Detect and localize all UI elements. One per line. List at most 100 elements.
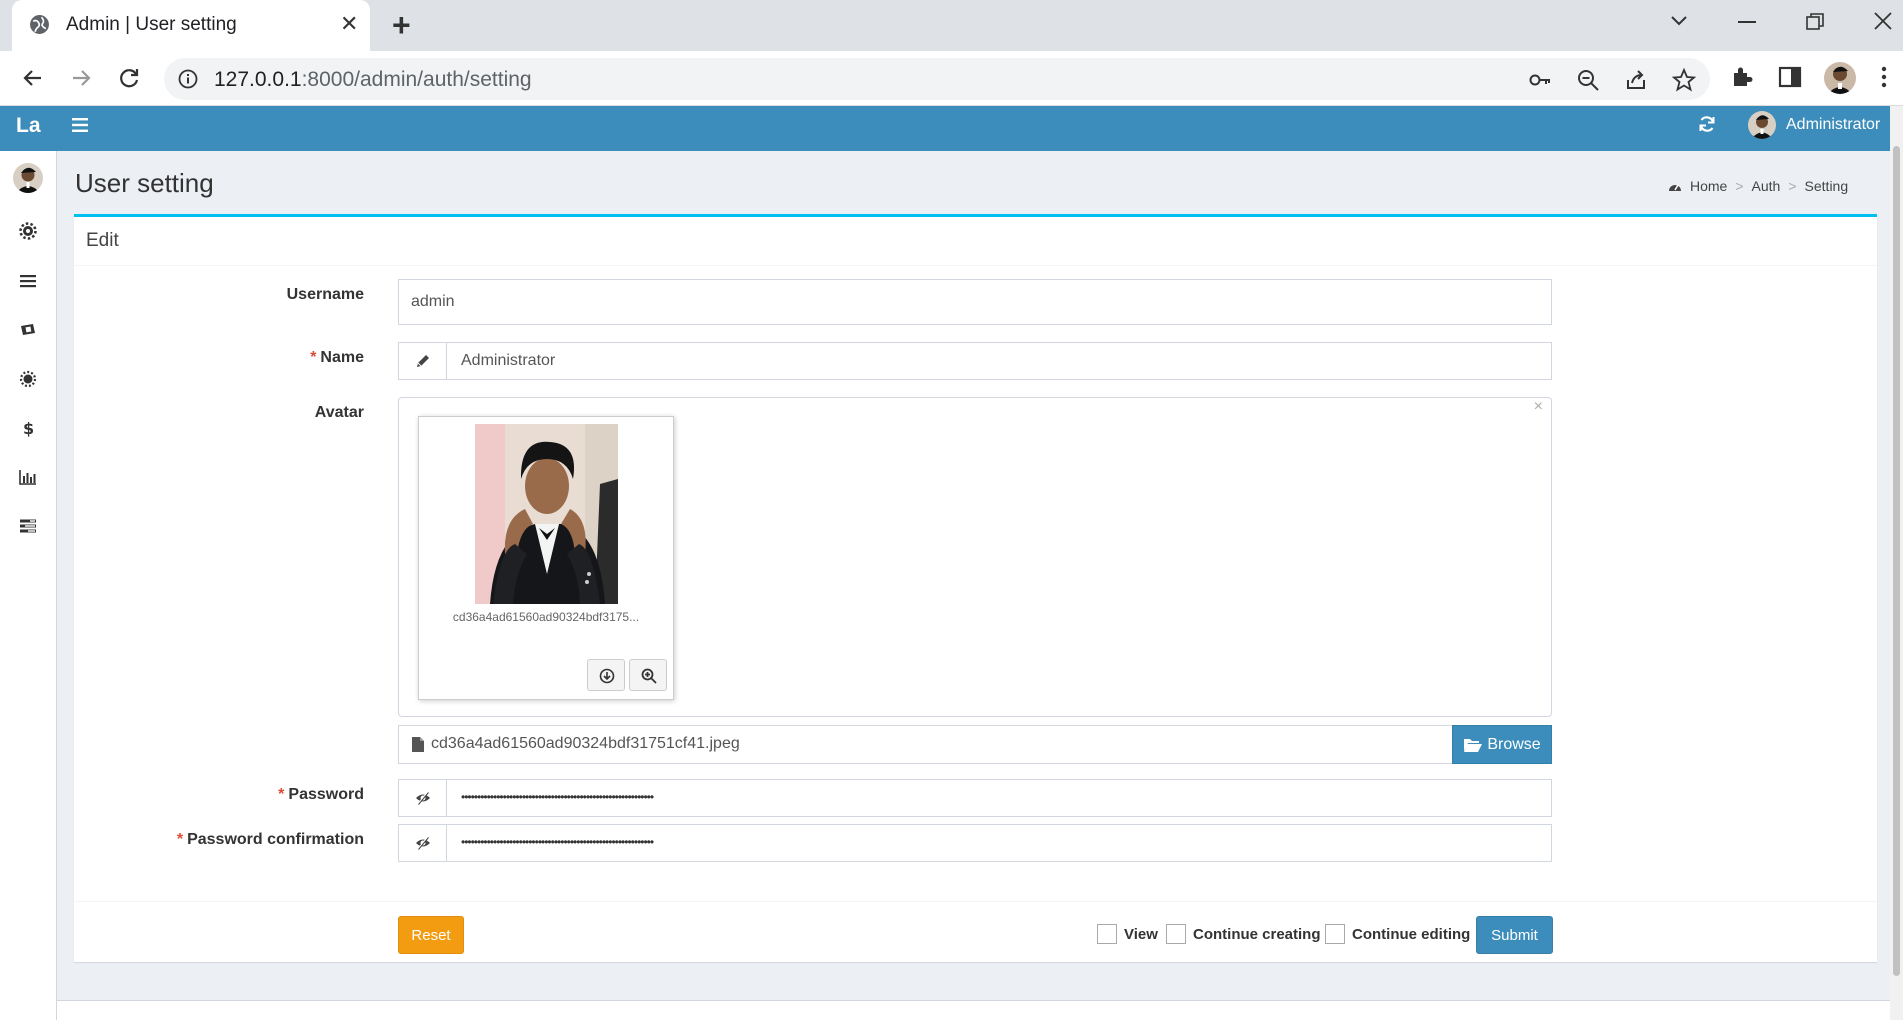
close-window-icon[interactable] — [1874, 12, 1892, 30]
breadcrumb-setting: Setting — [1804, 178, 1849, 194]
box-header: Edit — [74, 217, 1877, 266]
address-bar[interactable]: 127.0.0.1:8000/admin/auth/setting — [164, 58, 1710, 100]
sidebar-toggle-icon[interactable] — [72, 118, 88, 132]
continue-creating-checkbox-box[interactable] — [1166, 924, 1186, 944]
new-tab-icon[interactable]: + — [392, 9, 411, 41]
tasks-icon[interactable] — [19, 517, 37, 535]
password-value: ••••••••••••••••••••••••••••••••••••••••… — [461, 790, 654, 804]
submit-button[interactable]: Submit — [1476, 916, 1553, 954]
view-checkbox-box[interactable] — [1097, 924, 1117, 944]
avatar-caption: cd36a4ad61560ad90324bdf3175... — [452, 610, 640, 624]
avatar-thumbnail-card: cd36a4ad61560ad90324bdf3175... — [418, 416, 674, 700]
name-addon — [399, 343, 447, 379]
gear-icon[interactable] — [19, 370, 37, 388]
username-value: admin — [411, 293, 455, 310]
refresh-icon[interactable] — [1698, 115, 1716, 133]
continue-editing-label: Continue editing — [1352, 925, 1471, 943]
page-footer-strip — [57, 1000, 1890, 1020]
password-confirmation-value: ••••••••••••••••••••••••••••••••••••••••… — [461, 835, 654, 849]
browser-tabstrip: Admin | User setting ✕ + — [0, 0, 1903, 51]
avatar-filename: cd36a4ad61560ad90324bdf31751cf41.jpeg — [431, 735, 740, 752]
avatar-label: Avatar — [314, 404, 364, 421]
sidebar-avatar — [13, 163, 43, 193]
profile-avatar[interactable] — [1824, 62, 1856, 94]
view-checkbox[interactable]: View — [1097, 924, 1158, 944]
breadcrumb: Home > Auth > Setting — [1668, 178, 1848, 194]
user-avatar[interactable] — [1748, 111, 1776, 139]
bookmark-star-icon[interactable] — [1672, 68, 1696, 92]
svg-text:$: $ — [23, 419, 34, 437]
username-label: Username — [286, 286, 364, 303]
reload-icon[interactable] — [115, 64, 143, 92]
box-title: Edit — [86, 230, 119, 251]
download-button[interactable] — [587, 659, 625, 691]
eye-slash-icon — [416, 791, 430, 805]
page-scrollbar[interactable] — [1890, 106, 1903, 1020]
page-title: User setting — [75, 168, 214, 198]
username-field[interactable]: admin — [398, 279, 1552, 325]
tab-title: Admin | User setting — [66, 14, 237, 35]
close-tab-icon[interactable]: ✕ — [340, 12, 358, 36]
download-icon — [599, 668, 615, 684]
bars-icon[interactable] — [19, 272, 37, 290]
restore-icon[interactable] — [1806, 13, 1824, 31]
user-name[interactable]: Administrator — [1786, 116, 1880, 134]
forward-icon[interactable] — [67, 64, 95, 92]
browser-toolbar: 127.0.0.1:8000/admin/auth/setting — [0, 51, 1903, 106]
key-icon[interactable] — [1528, 68, 1552, 92]
form-footer: Reset View Continue creating Continue ed… — [74, 901, 1877, 965]
eye-slash-icon — [416, 836, 430, 850]
browse-label: Browse — [1487, 735, 1541, 753]
reset-button[interactable]: Reset — [398, 916, 464, 954]
pencil-icon — [417, 355, 429, 367]
minimize-icon[interactable] — [1738, 20, 1756, 24]
password-confirmation-field[interactable]: ••••••••••••••••••••••••••••••••••••••••… — [398, 824, 1552, 862]
browser-tab[interactable]: Admin | User setting ✕ — [12, 0, 370, 51]
password-confirmation-addon — [399, 825, 447, 861]
password-field[interactable]: ••••••••••••••••••••••••••••••••••••••••… — [398, 779, 1552, 817]
ticket-icon[interactable] — [19, 321, 37, 339]
breadcrumb-auth[interactable]: Auth — [1752, 178, 1781, 194]
continue-creating-label: Continue creating — [1193, 925, 1321, 943]
avatar-image — [475, 424, 618, 604]
folder-open-icon — [1464, 738, 1483, 752]
sidebar: $ — [0, 151, 57, 1020]
zoom-out-icon[interactable] — [1576, 68, 1600, 92]
side-panel-icon[interactable] — [1777, 64, 1803, 90]
remove-file-icon[interactable]: × — [1534, 398, 1543, 416]
zoom-in-icon — [641, 668, 657, 684]
site-info-icon[interactable] — [178, 69, 198, 89]
view-checkbox-label: View — [1124, 925, 1158, 943]
password-label: * Password — [278, 786, 364, 803]
continue-editing-checkbox-box[interactable] — [1325, 924, 1345, 944]
name-label: * Name — [310, 349, 364, 366]
avatar-preview-zone: × cd36a4ad61560ad90324bdf3175... — [398, 397, 1552, 717]
share-icon[interactable] — [1624, 68, 1648, 92]
breadcrumb-separator: > — [1735, 178, 1744, 194]
breadcrumb-home[interactable]: Home — [1690, 178, 1727, 194]
zoom-button[interactable] — [629, 659, 667, 691]
dollar-icon[interactable]: $ — [19, 419, 37, 437]
password-confirmation-label: * Password confirmation — [176, 831, 364, 848]
menu-dots-icon[interactable] — [1880, 64, 1888, 90]
breadcrumb-separator: > — [1788, 178, 1797, 194]
tab-search-icon[interactable] — [1670, 14, 1688, 28]
dashboard-icon — [1669, 184, 1681, 191]
name-field[interactable]: Administrator — [398, 342, 1552, 380]
back-icon[interactable] — [19, 64, 47, 92]
scrollbar-thumb[interactable] — [1893, 146, 1900, 976]
cog-icon[interactable] — [19, 222, 37, 240]
edit-form-box: Edit Username admin * Name Administrator … — [74, 214, 1877, 962]
continue-editing-checkbox[interactable]: Continue editing — [1325, 924, 1470, 944]
url-text: 127.0.0.1:8000/admin/auth/setting — [214, 68, 532, 91]
file-icon — [412, 737, 424, 752]
avatar-file-input[interactable]: cd36a4ad61560ad90324bdf31751cf41.jpeg Br… — [398, 725, 1552, 764]
bar-chart-icon[interactable] — [19, 468, 37, 486]
extensions-icon[interactable] — [1729, 64, 1755, 90]
continue-creating-checkbox[interactable]: Continue creating — [1166, 924, 1321, 944]
password-addon — [399, 780, 447, 816]
browse-button[interactable]: Browse — [1452, 725, 1552, 764]
app-logo[interactable]: La — [16, 114, 41, 138]
name-value: Administrator — [461, 352, 556, 369]
app-header: La Administrator — [0, 106, 1890, 151]
